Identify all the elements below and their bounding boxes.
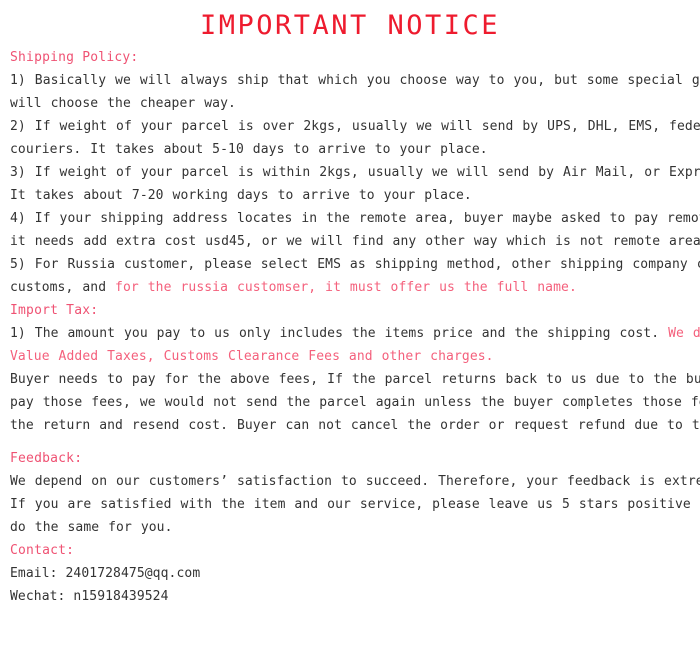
import-tax-line-3: Buyer needs to pay for the above fees, I…: [10, 372, 700, 387]
shipping-line-4: couriers. It takes about 5-10 days to ar…: [10, 142, 488, 157]
shipping-line-5: 3) If weight of your parcel is within 2k…: [10, 165, 700, 180]
shipping-line-1: 1) Basically we will always ship that wh…: [10, 73, 700, 88]
shipping-line-8: it needs add extra cost usd45, or we wil…: [10, 234, 700, 249]
contact-wechat: Wechat: n15918439524: [10, 589, 169, 604]
contact-email: Email: 2401728475@qq.com: [10, 566, 201, 581]
section-heading-feedback: Feedback:: [10, 451, 83, 466]
import-tax-line-4: pay those fees, we would not send the pa…: [10, 395, 700, 410]
page-title: IMPORTANT NOTICE: [199, 10, 501, 41]
shipping-line-9: 5) For Russia customer, please select EM…: [10, 257, 700, 272]
shipping-line-10-russia: customs, and for the russia customser, i…: [10, 276, 690, 299]
shipping-line-6: It takes about 7-20 working days to arri…: [10, 188, 472, 203]
shipping-line-7: 4) If your shipping address locates in t…: [10, 211, 700, 226]
russia-line-highlight-text: for the russia customser, it must offer …: [115, 280, 577, 295]
section-heading-shipping-policy: Shipping Policy:: [10, 50, 139, 65]
feedback-line-3: do the same for you.: [10, 520, 173, 535]
important-notice-page: IMPORTANT NOTICE Shipping Policy: 1) Bas…: [0, 0, 700, 655]
feedback-line-1: We depend on our customers’ satisfaction…: [10, 474, 700, 489]
import-tax-line-2-highlight: Value Added Taxes, Customs Clearance Fee…: [10, 349, 494, 364]
import-tax-line-1: 1) The amount you pay to us only include…: [10, 322, 700, 345]
notice-body: Shipping Policy: 1) Basically we will al…: [0, 46, 700, 608]
import-tax-line-5: the return and resend cost. Buyer can no…: [10, 418, 700, 433]
import-tax-plain-text: 1) The amount you pay to us only include…: [10, 326, 669, 341]
shipping-line-2: will choose the cheaper way.: [10, 96, 236, 111]
shipping-line-3: 2) If weight of your parcel is over 2kgs…: [10, 119, 700, 134]
section-heading-import-tax: Import Tax:: [10, 303, 99, 318]
russia-line-plain-text: customs, and: [10, 280, 116, 295]
feedback-line-2: If you are satisfied with the item and o…: [10, 497, 700, 512]
import-tax-highlight-text-1: We do not add Duties,: [668, 326, 700, 341]
section-heading-contact: Contact:: [10, 543, 75, 558]
